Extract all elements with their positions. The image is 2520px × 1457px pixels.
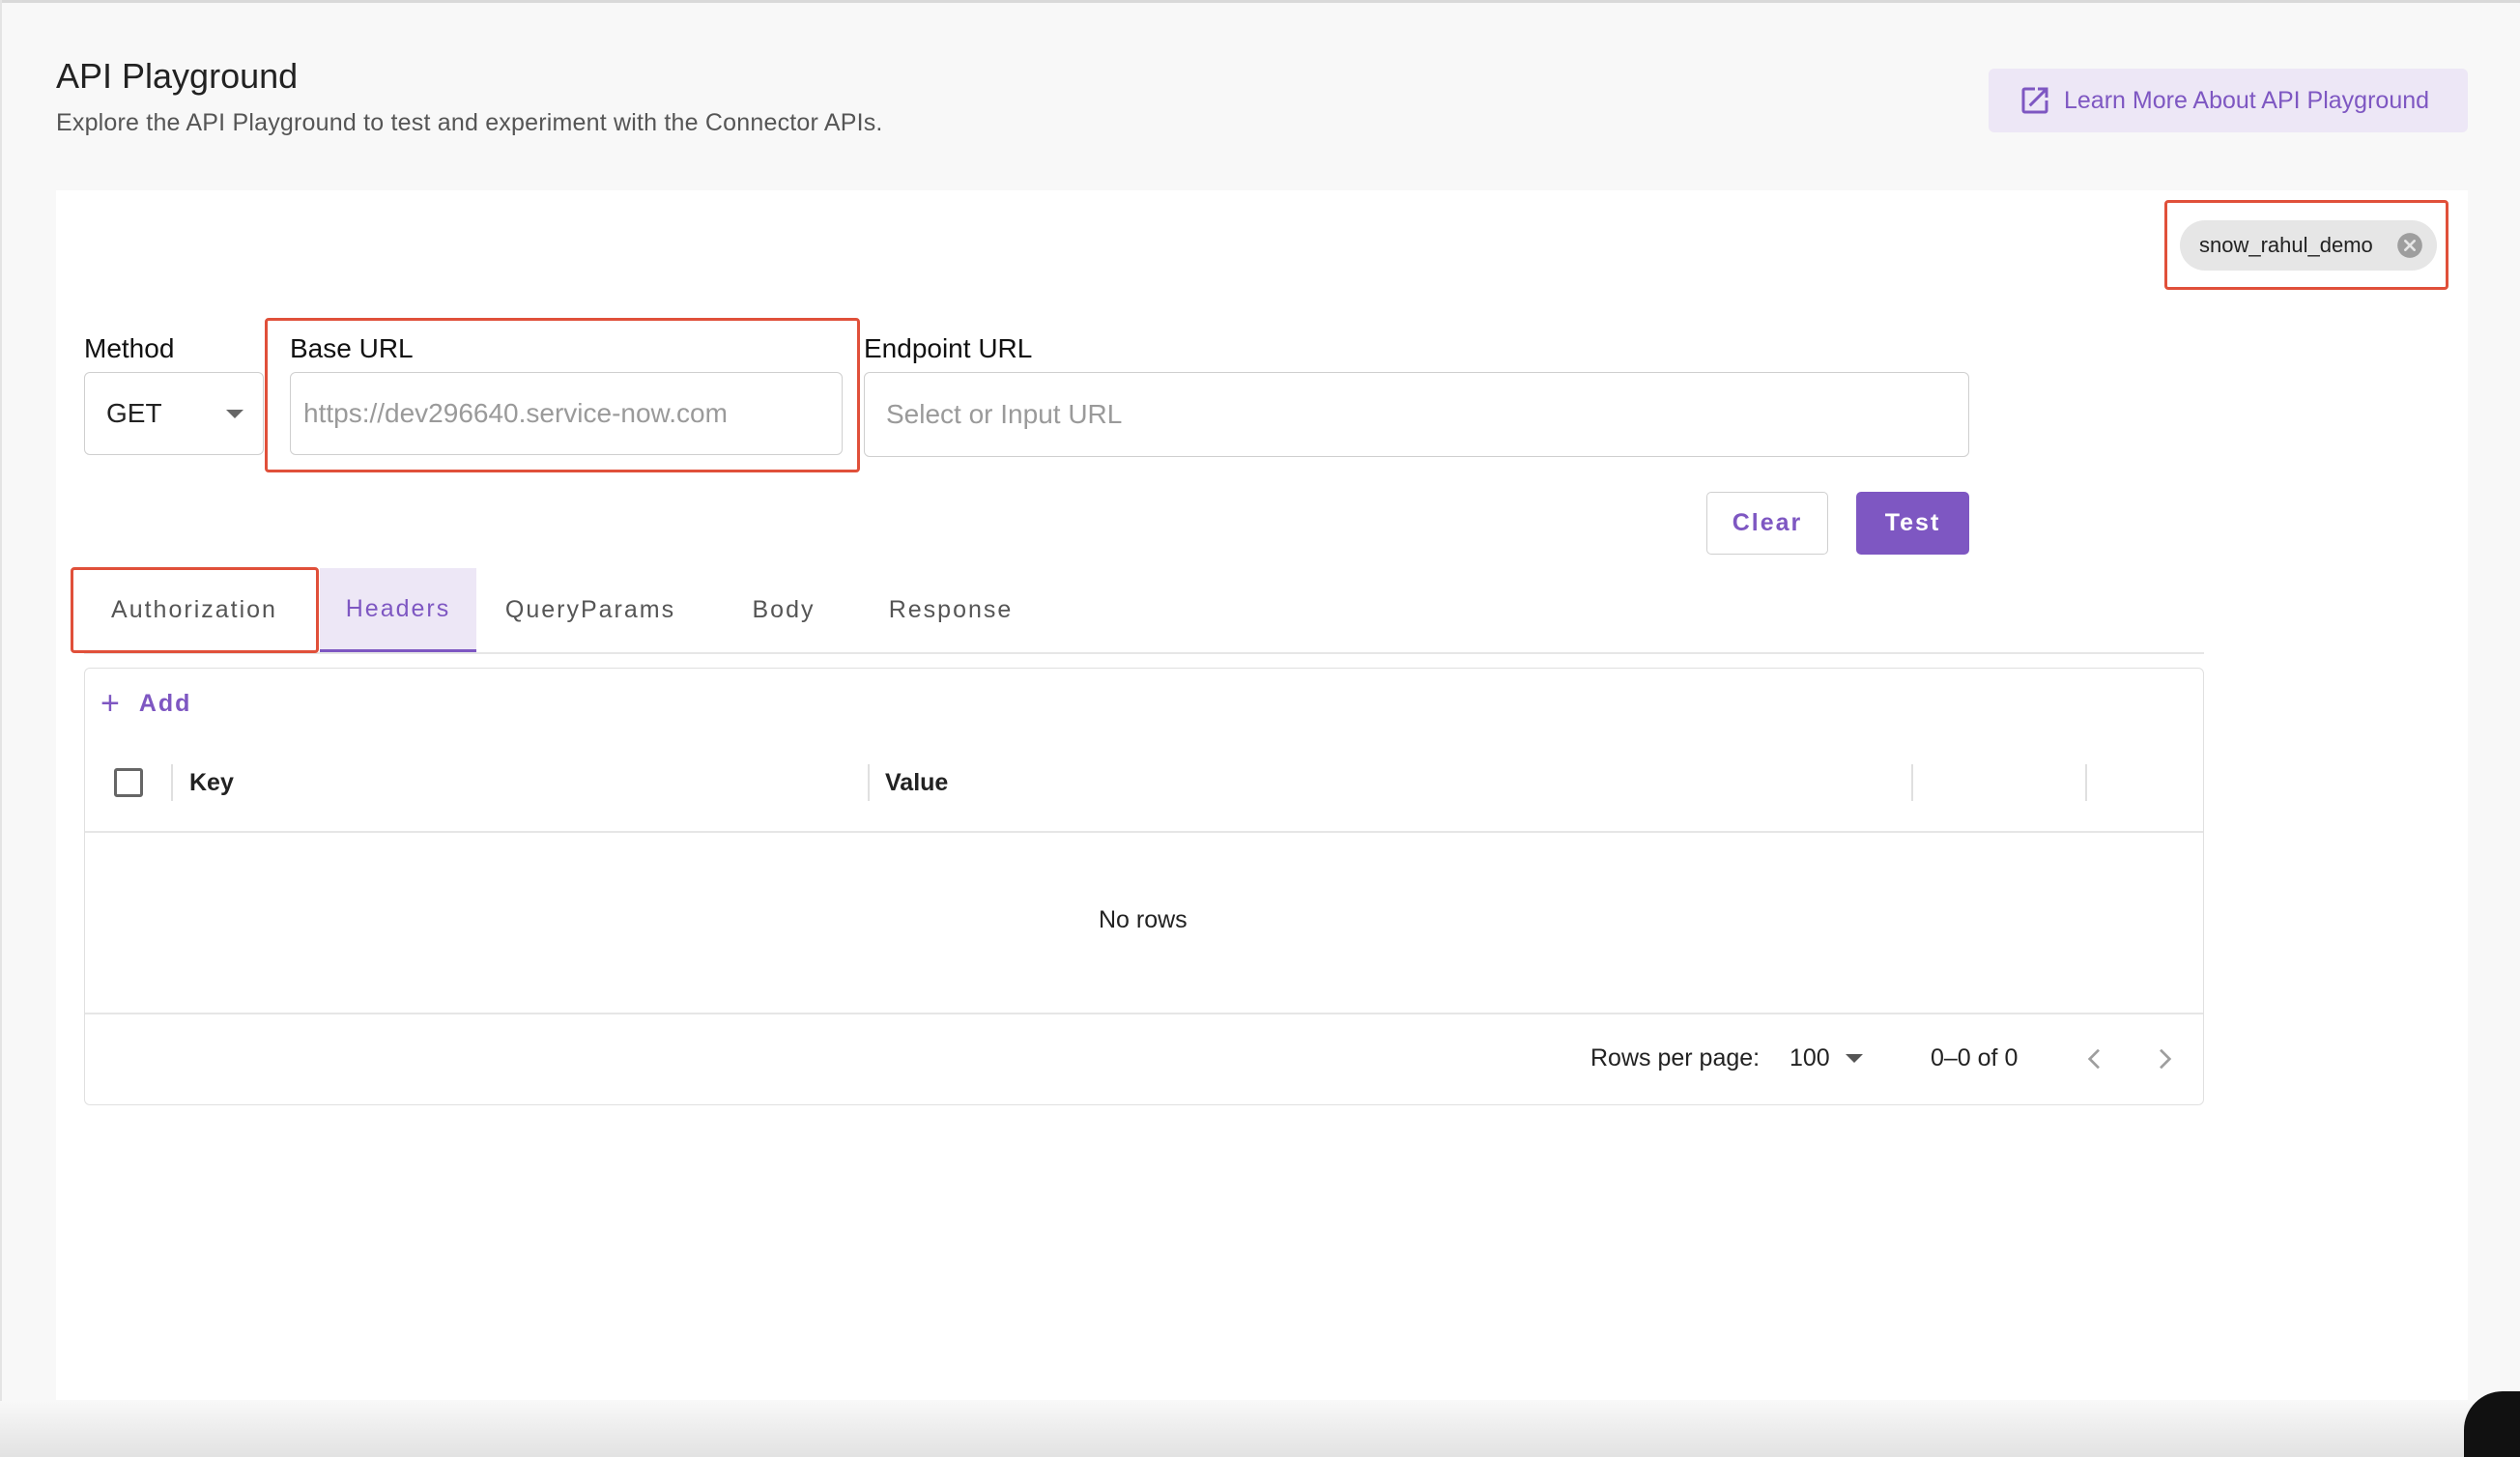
plus-icon: + [100,685,122,722]
tab-body[interactable]: Body [729,568,839,652]
tabs-divider [84,652,2204,654]
tab-queryparams[interactable]: QueryParams [489,568,692,652]
add-header-button[interactable]: + Add [100,686,191,721]
learn-more-button[interactable]: Learn More About API Playground [1989,69,2468,132]
no-rows-message: No rows [1099,906,1188,933]
page-title: API Playground [56,56,299,96]
connection-chip[interactable]: snow_rahul_demo [2180,220,2437,271]
endpoint-url-label: Endpoint URL [864,333,1033,363]
learn-more-label: Learn More About API Playground [2064,86,2430,114]
pagination-range: 0–0 of 0 [1931,1044,2019,1071]
cancel-circle-icon[interactable] [2396,232,2423,259]
endpoint-url-input[interactable] [865,372,1968,457]
chevron-down-icon[interactable] [1846,1054,1863,1063]
tab-headers[interactable]: Headers [320,568,476,652]
method-value: GET [106,398,162,428]
select-all-checkbox[interactable] [114,768,143,797]
column-header-key[interactable]: Key [189,769,234,797]
chevron-down-icon [226,410,243,418]
page-subtitle: Explore the API Playground to test and e… [56,109,883,136]
grid-footer-divider [85,1013,2203,1014]
base-url-input-wrapper [290,372,843,455]
column-separator[interactable] [171,764,173,801]
base-url-label: Base URL [290,333,414,363]
method-label: Method [84,333,175,363]
chevron-right-icon[interactable] [2149,1043,2180,1074]
endpoint-url-input-wrapper [864,372,1969,457]
method-select[interactable]: GET [84,372,264,455]
headers-grid [84,668,2204,1105]
column-separator[interactable] [1911,764,1913,801]
tab-response[interactable]: Response [873,568,1028,652]
authorization-tab-highlight-box [71,567,319,653]
column-header-value[interactable]: Value [885,769,948,797]
window-left-border [0,0,2,1457]
window-bottom-shade [0,1401,2520,1457]
add-label: Add [138,689,192,717]
rows-per-page-label: Rows per page: [1590,1044,1761,1071]
column-separator[interactable] [868,764,870,801]
chevron-left-icon[interactable] [2079,1043,2110,1074]
clear-button[interactable]: Clear [1706,492,1828,555]
open-in-new-icon [2021,87,2048,114]
base-url-input[interactable] [291,372,842,455]
connection-chip-label: snow_rahul_demo [2199,233,2373,257]
column-separator[interactable] [2085,764,2087,801]
window-top-border [0,0,2520,3]
grid-header-divider [85,831,2203,833]
rows-per-page-select[interactable]: 100 [1790,1044,1830,1072]
test-button[interactable]: Test [1856,492,1969,555]
